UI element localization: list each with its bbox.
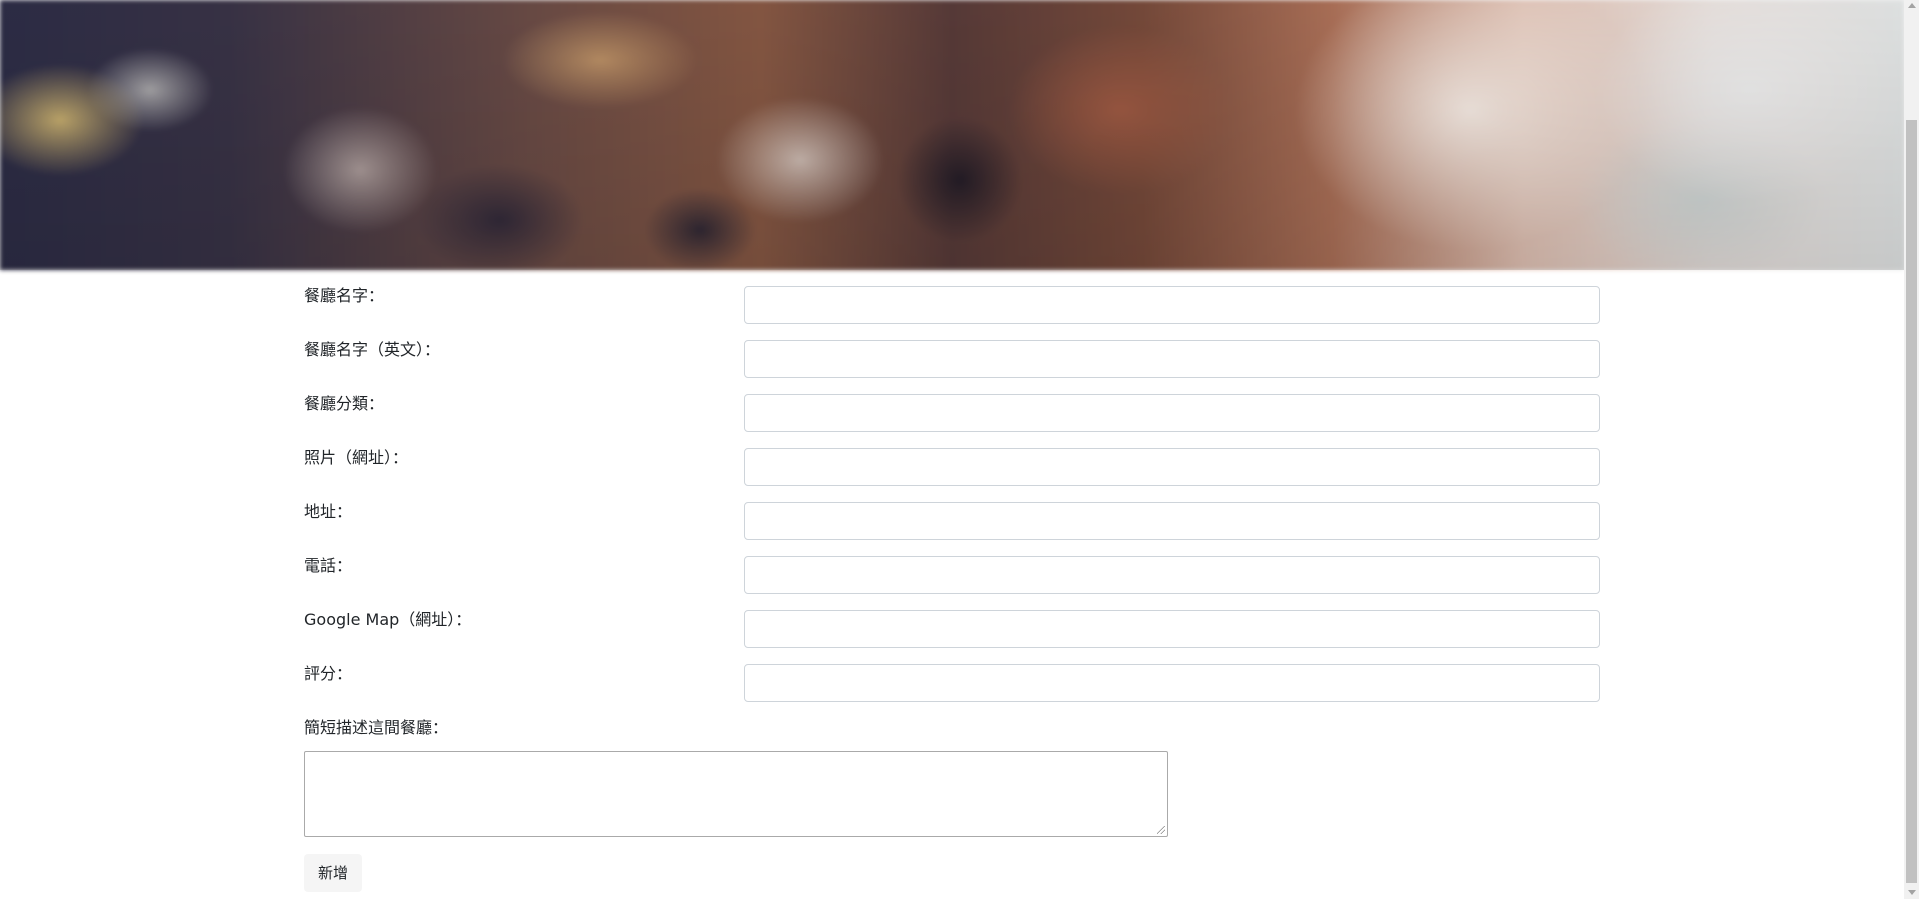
form-row-name-en: 餐廳名字（英文）： <box>0 324 1904 378</box>
form-row-category: 餐廳分類： <box>0 378 1904 432</box>
scroll-down-arrow-icon[interactable] <box>1908 890 1916 895</box>
resize-grip-icon[interactable] <box>1157 826 1165 834</box>
category-input[interactable] <box>744 394 1600 432</box>
phone-label: 電話： <box>304 556 353 575</box>
google-map-label: Google Map（網址）： <box>304 610 472 629</box>
rating-label: 評分： <box>304 664 353 683</box>
form-row-address: 地址： <box>0 486 1904 540</box>
description-textarea[interactable] <box>304 751 1168 837</box>
scrollbar-thumb[interactable] <box>1906 120 1917 883</box>
name-en-label: 餐廳名字（英文）： <box>304 340 441 359</box>
phone-input[interactable] <box>744 556 1600 594</box>
form-row-name: 餐廳名字： <box>0 270 1904 324</box>
hero-banner-overlay <box>0 0 1904 270</box>
google-map-input[interactable] <box>744 610 1600 648</box>
form-row-google-map: Google Map（網址）： <box>0 594 1904 648</box>
image-url-label: 照片（網址）： <box>304 448 409 467</box>
image-url-input[interactable] <box>744 448 1600 486</box>
name-label: 餐廳名字： <box>304 286 385 305</box>
submit-button[interactable]: 新增 <box>304 854 362 892</box>
address-label: 地址： <box>304 502 353 521</box>
name-input[interactable] <box>744 286 1600 324</box>
address-input[interactable] <box>744 502 1600 540</box>
rating-input[interactable] <box>744 664 1600 702</box>
category-label: 餐廳分類： <box>304 394 385 413</box>
scroll-up-arrow-icon[interactable] <box>1908 3 1916 8</box>
form-row-rating: 評分： <box>0 648 1904 702</box>
page: 餐廳名字： 餐廳名字（英文）： 餐廳分類： 照片（網址）： 地址： 電話： Go… <box>0 0 1919 899</box>
name-en-input[interactable] <box>744 340 1600 378</box>
description-label: 簡短描述這間餐廳： <box>304 718 449 737</box>
form-row-phone: 電話： <box>0 540 1904 594</box>
form-row-image-url: 照片（網址）： <box>0 432 1904 486</box>
